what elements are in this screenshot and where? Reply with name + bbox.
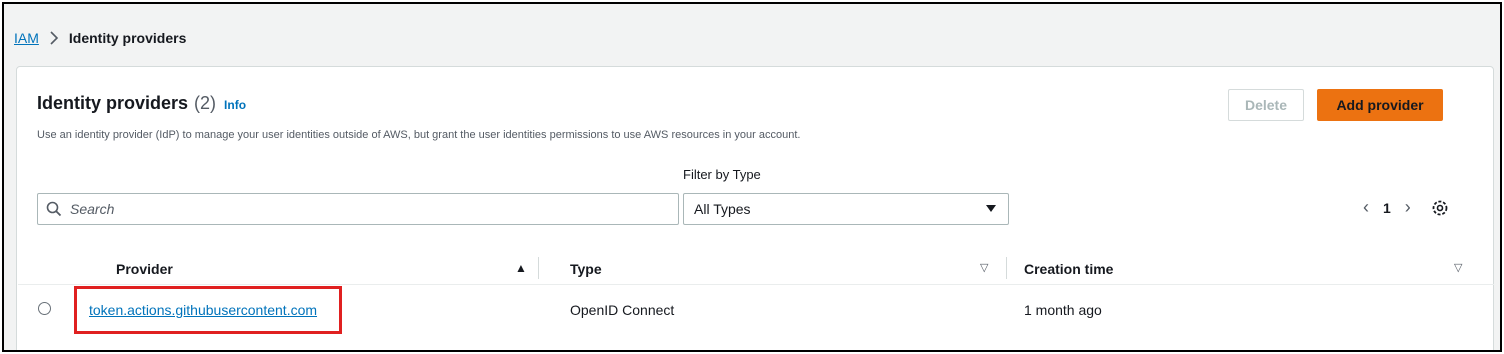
search-icon	[46, 201, 62, 217]
previous-page-icon[interactable]: ‹	[1363, 197, 1369, 218]
table-row[interactable]: token.actions.githubusercontent.com Open…	[18, 286, 1494, 334]
caret-down-icon	[986, 205, 996, 212]
add-provider-button[interactable]: Add provider	[1317, 89, 1443, 121]
filter-by-type-label: Filter by Type	[683, 167, 761, 182]
panel-header: Identity providers (2) Info	[37, 93, 246, 114]
provider-type: OpenID Connect	[570, 302, 675, 318]
panel-description: Use an identity provider (IdP) to manage…	[37, 129, 801, 141]
page-frame: IAM Identity providers Identity provider…	[2, 2, 1502, 352]
breadcrumb-iam-link[interactable]: IAM	[14, 30, 39, 46]
info-link[interactable]: Info	[224, 98, 246, 112]
table-header: Provider ▲ Type ▽ Creation time ▽	[18, 251, 1494, 285]
search-field[interactable]	[37, 193, 679, 225]
sort-descending-icon[interactable]: ▽	[980, 261, 988, 274]
gear-icon[interactable]	[1431, 199, 1449, 217]
current-page-number[interactable]: 1	[1383, 200, 1391, 216]
column-header-provider[interactable]: Provider	[116, 261, 173, 277]
provider-cell-highlight: token.actions.githubusercontent.com	[74, 286, 342, 334]
provider-count: (2)	[194, 93, 217, 113]
next-page-icon[interactable]: ›	[1405, 197, 1411, 218]
delete-button[interactable]: Delete	[1228, 89, 1304, 121]
provider-link[interactable]: token.actions.githubusercontent.com	[89, 302, 317, 318]
row-select-radio[interactable]	[38, 302, 51, 315]
column-header-type[interactable]: Type	[570, 261, 602, 277]
identity-providers-panel: Identity providers (2) Info Use an ident…	[16, 66, 1494, 350]
pagination: ‹ 1 ›	[1363, 197, 1411, 218]
filter-type-select[interactable]: All Types	[683, 193, 1009, 225]
column-header-creation-time[interactable]: Creation time	[1024, 261, 1113, 277]
column-divider	[1006, 257, 1007, 279]
breadcrumb: IAM Identity providers	[14, 30, 186, 46]
sort-ascending-icon[interactable]: ▲	[515, 261, 527, 275]
breadcrumb-current: Identity providers	[68, 30, 187, 46]
filter-selected-value: All Types	[694, 201, 751, 217]
column-divider	[538, 257, 539, 279]
search-input[interactable]	[70, 201, 650, 217]
page-title: Identity providers	[37, 93, 189, 113]
sort-descending-icon[interactable]: ▽	[1454, 261, 1462, 274]
provider-creation-time: 1 month ago	[1024, 302, 1102, 318]
chevron-right-icon	[50, 31, 59, 45]
